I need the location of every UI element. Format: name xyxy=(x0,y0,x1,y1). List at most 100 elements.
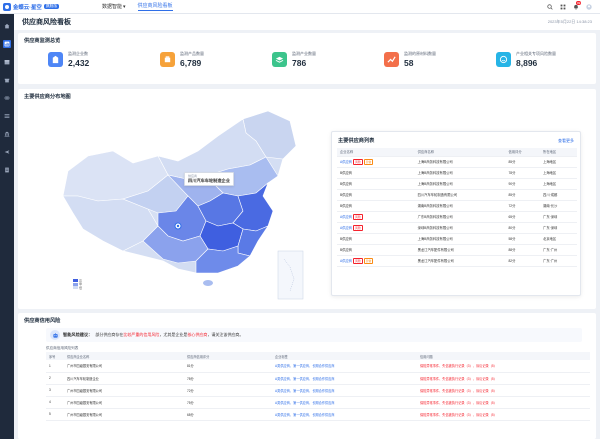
stat-risks[interactable]: 产业相关专项风险数量 8,896 xyxy=(496,51,600,68)
credit-issues[interactable]: 保险异常事件、失信被执行记录（3）、诉讼记录（5） xyxy=(417,384,590,397)
sidebar-store[interactable] xyxy=(3,76,11,84)
table-row[interactable]: B供应商 四川汽车车轮制造有限公司 85分 四川·成都 xyxy=(337,189,577,201)
search-icon[interactable] xyxy=(547,3,553,10)
region: 四川·成都 xyxy=(540,189,577,201)
map-legend: 高 中 低 xyxy=(73,279,82,290)
region: 广东·广州 xyxy=(540,244,577,256)
region: 上海地区 xyxy=(540,178,577,190)
map-region-hainan xyxy=(203,280,213,286)
company-name[interactable]: A供应商 xyxy=(340,160,352,164)
bell-icon[interactable]: 99 xyxy=(573,0,582,10)
stat-companies[interactable]: 监测企业数 2,432 xyxy=(48,51,160,68)
stat-materials[interactable]: 监测的原材料数量 58 xyxy=(384,51,496,68)
credit-issues[interactable]: 保险异常事件、失信被执行记录（3）、诉讼记录（5） xyxy=(417,396,590,409)
supplier-name: 湖南B商务科技有限公司 xyxy=(414,200,506,212)
company-name[interactable]: A供应商 xyxy=(340,215,352,219)
supplier-name: 四川汽车车轮制造有限公司 xyxy=(414,189,506,201)
package-icon xyxy=(160,52,175,67)
table-row[interactable]: B供应商 上海B商务科技有限公司 78分 上海地区 xyxy=(337,167,577,179)
brand-logo-icon xyxy=(3,2,11,11)
supplier-name: 上海B商务科技有限公司 xyxy=(414,156,506,168)
company-name[interactable]: B供应商 xyxy=(340,248,352,252)
credit-issues[interactable]: 保险异常事件、失信被执行记录（3）、诉讼记录（5） xyxy=(417,360,590,373)
credit-score: 85分 xyxy=(505,189,541,201)
supplier-list-title: 主要供应商列表 xyxy=(338,138,375,144)
overview-stats: 监测企业数 2,432 监测产品数量 6,789 监测产业数量 786 监测的原材料数… xyxy=(48,51,600,68)
stat-industries[interactable]: 监测产业数量 786 xyxy=(272,51,384,68)
status-badge: 风险 xyxy=(353,159,363,165)
home-icon xyxy=(4,23,10,29)
table-row[interactable]: 1 广州市四级银安有限公司 81分 A类供应商、第一供应商、长期合作供应商 保险异常事件… xyxy=(46,360,590,373)
table-row[interactable]: 5 广州市四级银安有限公司 68分 A类供应商、第一供应商、长期合作供应商 保险异常事件… xyxy=(46,408,590,421)
stat-value: 6,789 xyxy=(180,58,202,68)
chart-icon xyxy=(384,52,399,67)
credit-score: 81分 xyxy=(184,360,272,373)
supplier-name: 上海B商务科技有限公司 xyxy=(414,233,506,245)
region: 湖南·长沙 xyxy=(540,200,577,212)
region: 广东·深圳 xyxy=(540,222,577,234)
avatar[interactable] xyxy=(586,3,592,10)
row-number: 2 xyxy=(46,372,64,385)
sidebar-dashboard[interactable] xyxy=(3,40,11,48)
sidebar-bank[interactable] xyxy=(3,130,11,138)
supplier-name: 黑龙江汽车配件有限公司 xyxy=(414,255,506,267)
region: 北京地区 xyxy=(540,233,577,245)
supplier-name: 四川汽车车轮制造企业 xyxy=(64,372,184,385)
list-icon xyxy=(4,114,10,118)
company-name[interactable]: A供应商 xyxy=(340,259,352,263)
view-more-link[interactable]: 查看更多 xyxy=(558,138,574,144)
top-nav: 数据智能 ▾ 供应商风险看板 xyxy=(102,2,173,11)
credit-issues[interactable]: 保险异常事件、失信被执行记录（3）、诉讼记录（5） xyxy=(417,408,590,421)
credit-score: 85分 xyxy=(505,156,541,168)
status-badge: 异常 xyxy=(363,258,374,264)
store-icon xyxy=(4,78,10,83)
chevron-down-icon: ▾ xyxy=(123,3,126,10)
sidebar-link[interactable] xyxy=(3,94,11,102)
sidebar-plane[interactable] xyxy=(3,148,11,156)
company-name[interactable]: B供应商 xyxy=(340,193,352,197)
supplier-name: 广东B商务科技有限公司 xyxy=(414,211,506,223)
bank-icon xyxy=(4,131,10,137)
page-header: 供应商风险看板 2023年5月22日 14:38:23 xyxy=(14,14,600,30)
company-name[interactable]: B供应商 xyxy=(340,182,352,186)
table-row[interactable]: B供应商 湖南B商务科技有限公司 72分 湖南·长沙 xyxy=(337,200,577,212)
table-row[interactable]: A供应商 风险 深圳B商务科技有限公司 80分 广东·深圳 xyxy=(337,222,577,234)
risk-alert: 智能风险建议： 部分供应商存在比较严重的信用风险，尤其是企业是核心供应商，请关注… xyxy=(46,328,582,342)
grid-apps-icon[interactable] xyxy=(560,4,566,10)
table-row[interactable]: A供应商 风险 异常 黑龙江汽车配件有限公司 82分 广东·广州 xyxy=(337,255,577,267)
map-card: 主要供应商分布地图 供应商 四川汽车车轮制造企业 高 中 低 主要供应商列表 查… xyxy=(18,89,596,309)
table-row[interactable]: B供应商 上海B商务科技有限公司 90分 上海地区 xyxy=(337,178,577,190)
stat-products[interactable]: 监测产品数量 6,789 xyxy=(160,51,272,68)
company-name[interactable]: B供应商 xyxy=(340,237,352,241)
robot-icon xyxy=(50,330,60,340)
table-row[interactable]: B供应商 上海B商务科技有限公司 58分 北京地区 xyxy=(337,233,577,245)
map-tooltip: 供应商 四川汽车车轮制造企业 xyxy=(184,172,234,186)
brand[interactable]: 金蝶云·星空 旗舰版 xyxy=(0,2,100,11)
credit-issues[interactable]: 保险异常事件、失信被执行记录（3）、诉讼记录（5） xyxy=(417,372,590,385)
map-region-southeast xyxy=(237,225,269,257)
nav-item-data-intelligence[interactable]: 数据智能 ▾ xyxy=(102,3,126,11)
sidebar-home[interactable] xyxy=(3,22,11,30)
status-badge: 异常 xyxy=(363,159,374,165)
table-row[interactable]: A供应商 风险 广东B商务科技有限公司 65分 广东·深圳 xyxy=(337,211,577,223)
plane-icon xyxy=(4,150,10,154)
credit-score: 88分 xyxy=(505,244,541,256)
brand-name: 金蝶云·星空 xyxy=(13,4,42,11)
sidebar-list[interactable] xyxy=(3,112,11,120)
company-name[interactable]: A供应商 xyxy=(340,226,352,230)
table-row[interactable]: 4 广州市四级银安有限公司 75分 A类供应商、第一供应商、长期合作供应商 保险异常事件… xyxy=(46,396,590,409)
company-name[interactable]: B供应商 xyxy=(340,204,352,208)
risk-alert-text: 部分供应商存在比较严重的信用风险，尤其是企业是核心供应商，请关注该供应商。 xyxy=(95,332,244,337)
row-number: 4 xyxy=(46,396,64,409)
sidebar-calendar[interactable] xyxy=(3,58,11,66)
table-row[interactable]: 3 广州市四级银安有限公司 72分 A类供应商、第一供应商、长期合作供应商 保险异常事件… xyxy=(46,384,590,397)
credit-score: 78分 xyxy=(505,167,541,179)
table-row[interactable]: B供应商 黑龙江汽车配件有限公司 88分 广东·广州 xyxy=(337,244,577,256)
top-right-tools: 99 xyxy=(547,0,600,10)
company-name[interactable]: B供应商 xyxy=(340,171,352,175)
nav-item-risk-board[interactable]: 供应商风险看板 xyxy=(137,2,173,11)
table-row[interactable]: A供应商 风险 异常 上海B商务科技有限公司 85分 上海地区 xyxy=(337,156,577,168)
table-row[interactable]: 2 四川汽车车轮制造企业 78分 A类供应商、第一供应商、长期合作供应商 保险异常事件、… xyxy=(46,372,590,385)
china-map[interactable] xyxy=(28,101,328,306)
sidebar-document[interactable] xyxy=(3,166,11,174)
